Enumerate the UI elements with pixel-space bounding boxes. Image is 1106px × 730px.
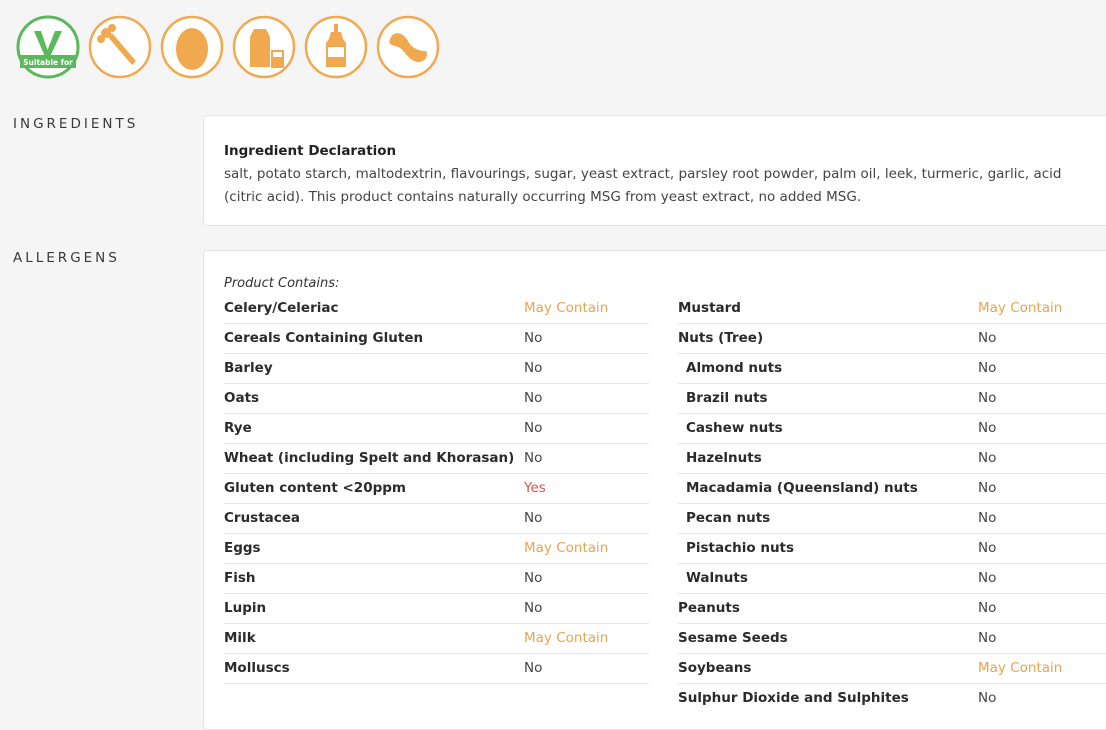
vegetarian-icon: Suitable for <box>16 15 80 79</box>
egg-icon <box>160 15 224 79</box>
mustard-icon <box>304 15 368 79</box>
allergen-row: Brazil nuts No <box>678 384 1106 414</box>
allergen-status: No <box>978 600 997 616</box>
milk-icon <box>232 15 296 79</box>
allergen-row: Barley No <box>224 354 649 384</box>
allergen-name: Almond nuts <box>686 360 783 376</box>
allergen-status: May Contain <box>978 660 1063 676</box>
allergen-status: May Contain <box>524 630 609 646</box>
allergen-row: Sesame Seeds No <box>678 624 1106 654</box>
allergen-name: Barley <box>224 360 273 376</box>
allergen-row: Sulphur Dioxide and Sulphites No <box>678 684 1106 713</box>
allergen-name: Celery/Celeriac <box>224 300 339 316</box>
allergen-status: No <box>524 570 543 586</box>
allergen-status: Yes <box>524 480 546 496</box>
allergen-row: Cashew nuts No <box>678 414 1106 444</box>
allergen-row: Mustard May Contain <box>678 294 1106 324</box>
allergen-status: No <box>978 480 997 496</box>
allergen-row: Eggs May Contain <box>224 534 649 564</box>
allergen-status: No <box>524 660 543 676</box>
allergen-row: Lupin No <box>224 594 649 624</box>
allergen-list-right: Mustard May Contain Nuts (Tree) No Almond nu… <box>678 294 1106 713</box>
allergen-row: Fish No <box>224 564 649 594</box>
allergen-status: No <box>978 360 997 376</box>
allergen-name: Cashew nuts <box>686 420 783 436</box>
allergen-row: Almond nuts No <box>678 354 1106 384</box>
allergen-name: Sulphur Dioxide and Sulphites <box>678 690 909 706</box>
allergen-row: Celery/Celeriac May Contain <box>224 294 649 324</box>
allergen-status: May Contain <box>524 540 609 556</box>
celery-icon <box>88 15 152 79</box>
allergen-name: Lupin <box>224 600 267 616</box>
ingredients-section-label: INGREDIENTS <box>13 116 139 132</box>
allergen-row: Gluten content <20ppm Yes <box>224 474 649 504</box>
allergen-status: No <box>524 510 543 526</box>
allergen-name: Mustard <box>678 300 741 316</box>
allergen-status: No <box>978 390 997 406</box>
allergen-row: Pecan nuts No <box>678 504 1106 534</box>
allergen-status: May Contain <box>978 300 1063 316</box>
allergen-name: Hazelnuts <box>686 450 762 466</box>
ingredient-declaration-text: salt, potato starch, maltodextrin, flavo… <box>224 166 1062 205</box>
allergen-status: No <box>524 420 543 436</box>
allergen-name: Soybeans <box>678 660 752 676</box>
allergen-status: No <box>978 540 997 556</box>
allergens-section-label: ALLERGENS <box>13 250 120 266</box>
allergen-status: No <box>524 390 543 406</box>
allergen-row: Milk May Contain <box>224 624 649 654</box>
allergen-name: Wheat (including Spelt and Khorasan) <box>224 450 515 466</box>
allergen-name: Gluten content <20ppm <box>224 480 406 496</box>
allergen-status: No <box>978 330 997 346</box>
allergen-name: Rye <box>224 420 252 436</box>
allergen-status: No <box>978 690 997 706</box>
allergen-status: No <box>524 450 543 466</box>
allergen-status: No <box>978 420 997 436</box>
allergen-row: Macadamia (Queensland) nuts No <box>678 474 1106 504</box>
allergen-row: Nuts (Tree) No <box>678 324 1106 354</box>
allergen-name: Oats <box>224 390 260 406</box>
allergen-status: No <box>524 330 543 346</box>
allergen-row: Hazelnuts No <box>678 444 1106 474</box>
allergen-row: Pistachio nuts No <box>678 534 1106 564</box>
allergen-name: Macadamia (Queensland) nuts <box>686 480 918 496</box>
allergen-status: No <box>524 600 543 616</box>
allergen-name: Brazil nuts <box>686 390 768 406</box>
allergen-row: Peanuts No <box>678 594 1106 624</box>
product-contains-label: Product Contains: <box>224 276 340 291</box>
allergen-row: Rye No <box>224 414 649 444</box>
allergen-name: Crustacea <box>224 510 301 526</box>
allergen-row: Molluscs No <box>224 654 649 684</box>
allergen-row: Oats No <box>224 384 649 414</box>
allergen-name: Nuts (Tree) <box>678 330 764 346</box>
allergen-status: No <box>978 510 997 526</box>
allergen-status: May Contain <box>524 300 609 316</box>
allergen-status: No <box>978 450 997 466</box>
allergen-status: No <box>978 630 997 646</box>
allergen-row: Walnuts No <box>678 564 1106 594</box>
allergen-name: Walnuts <box>686 570 748 586</box>
allergen-row: Crustacea No <box>224 504 649 534</box>
allergen-name: Pistachio nuts <box>686 540 795 556</box>
allergen-name: Pecan nuts <box>686 510 771 526</box>
allergen-name: Peanuts <box>678 600 740 616</box>
ingredients-panel: Ingredient Declaration salt, potato star… <box>203 115 1106 226</box>
ingredient-declaration-title: Ingredient Declaration <box>224 143 397 159</box>
allergen-status: No <box>524 360 543 376</box>
allergen-row: Soybeans May Contain <box>678 654 1106 684</box>
soybean-icon <box>376 15 440 79</box>
allergen-name: Molluscs <box>224 660 290 676</box>
allergen-row: Wheat (including Spelt and Khorasan) No <box>224 444 649 474</box>
allergen-name: Eggs <box>224 540 261 556</box>
allergen-name: Milk <box>224 630 256 646</box>
allergen-row: Cereals Containing Gluten No <box>224 324 649 354</box>
allergen-name: Sesame Seeds <box>678 630 788 646</box>
allergens-panel: Product Contains: Celery/Celeriac May Con… <box>203 250 1106 730</box>
allergen-status: No <box>978 570 997 586</box>
allergen-name: Fish <box>224 570 256 586</box>
allergen-name: Cereals Containing Gluten <box>224 330 424 346</box>
vegetarian-badge-label: Suitable for <box>23 58 73 67</box>
allergen-list-left: Celery/Celeriac May Contain Cereals Contai… <box>224 294 649 684</box>
